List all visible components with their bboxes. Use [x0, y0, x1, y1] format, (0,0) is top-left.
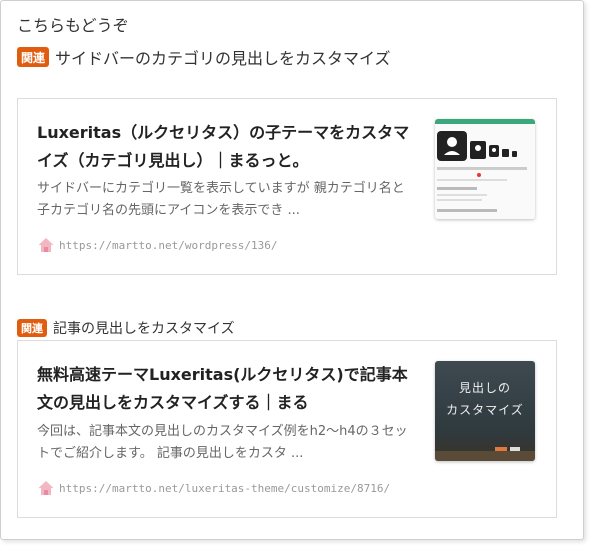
card-url[interactable]: https://martto.net/wordpress/136/: [37, 236, 278, 254]
chalkboard-thumbnail[interactable]: 見出しの カスタマイズ: [435, 361, 535, 461]
blog-card[interactable]: 無料高速テーマLuxeritas(ルクセリタス)で記事本文の見出しをカスタマイズ…: [17, 340, 557, 518]
section-heading: こちらもどうぞ: [17, 16, 129, 35]
card-url[interactable]: https://martto.net/luxeritas-theme/custo…: [37, 479, 390, 497]
chalk-tray: [435, 447, 535, 461]
thumbnail-image: [435, 119, 535, 219]
related-posts-panel: こちらもどうぞ 関連 サイドバーのカテゴリの見出しをカスタマイズ Luxerit…: [0, 0, 584, 540]
card-title[interactable]: Luxeritas（ルクセリタス）の子テーマをカスタマイズ（カテゴリ見出し）｜ま…: [37, 119, 412, 175]
related-link-top[interactable]: 関連 サイドバーのカテゴリの見出しをカスタマイズ: [17, 45, 391, 69]
blog-card[interactable]: Luxeritas（ルクセリタス）の子テーマをカスタマイズ（カテゴリ見出し）｜ま…: [17, 98, 557, 275]
related-link-text[interactable]: 記事の見出しをカスタマイズ: [53, 318, 235, 338]
related-badge: 関連: [17, 319, 47, 337]
card-url-text[interactable]: https://martto.net/luxeritas-theme/custo…: [59, 482, 390, 495]
card-description: サイドバーにカテゴリ一覧を表示していますが 親カテゴリ名と子カテゴリ名の先頭にア…: [37, 181, 405, 218]
related-link-text[interactable]: サイドバーのカテゴリの見出しをカスタマイズ: [55, 45, 391, 69]
related-badge: 関連: [17, 47, 49, 67]
home-icon: [38, 481, 54, 495]
card-title[interactable]: 無料高速テーマLuxeritas(ルクセリタス)で記事本文の見出しをカスタマイズ…: [37, 361, 412, 417]
card-description: 今回は、記事本文の見出しのカスタマイズ例をh2～h4の３セットでご紹介します。 …: [37, 424, 408, 461]
screenshot-thumbnail[interactable]: [435, 119, 535, 219]
home-icon: [38, 238, 54, 252]
card-url-text[interactable]: https://martto.net/wordpress/136/: [59, 239, 278, 252]
related-link-bottom[interactable]: 関連 記事の見出しをカスタマイズ: [17, 318, 235, 338]
